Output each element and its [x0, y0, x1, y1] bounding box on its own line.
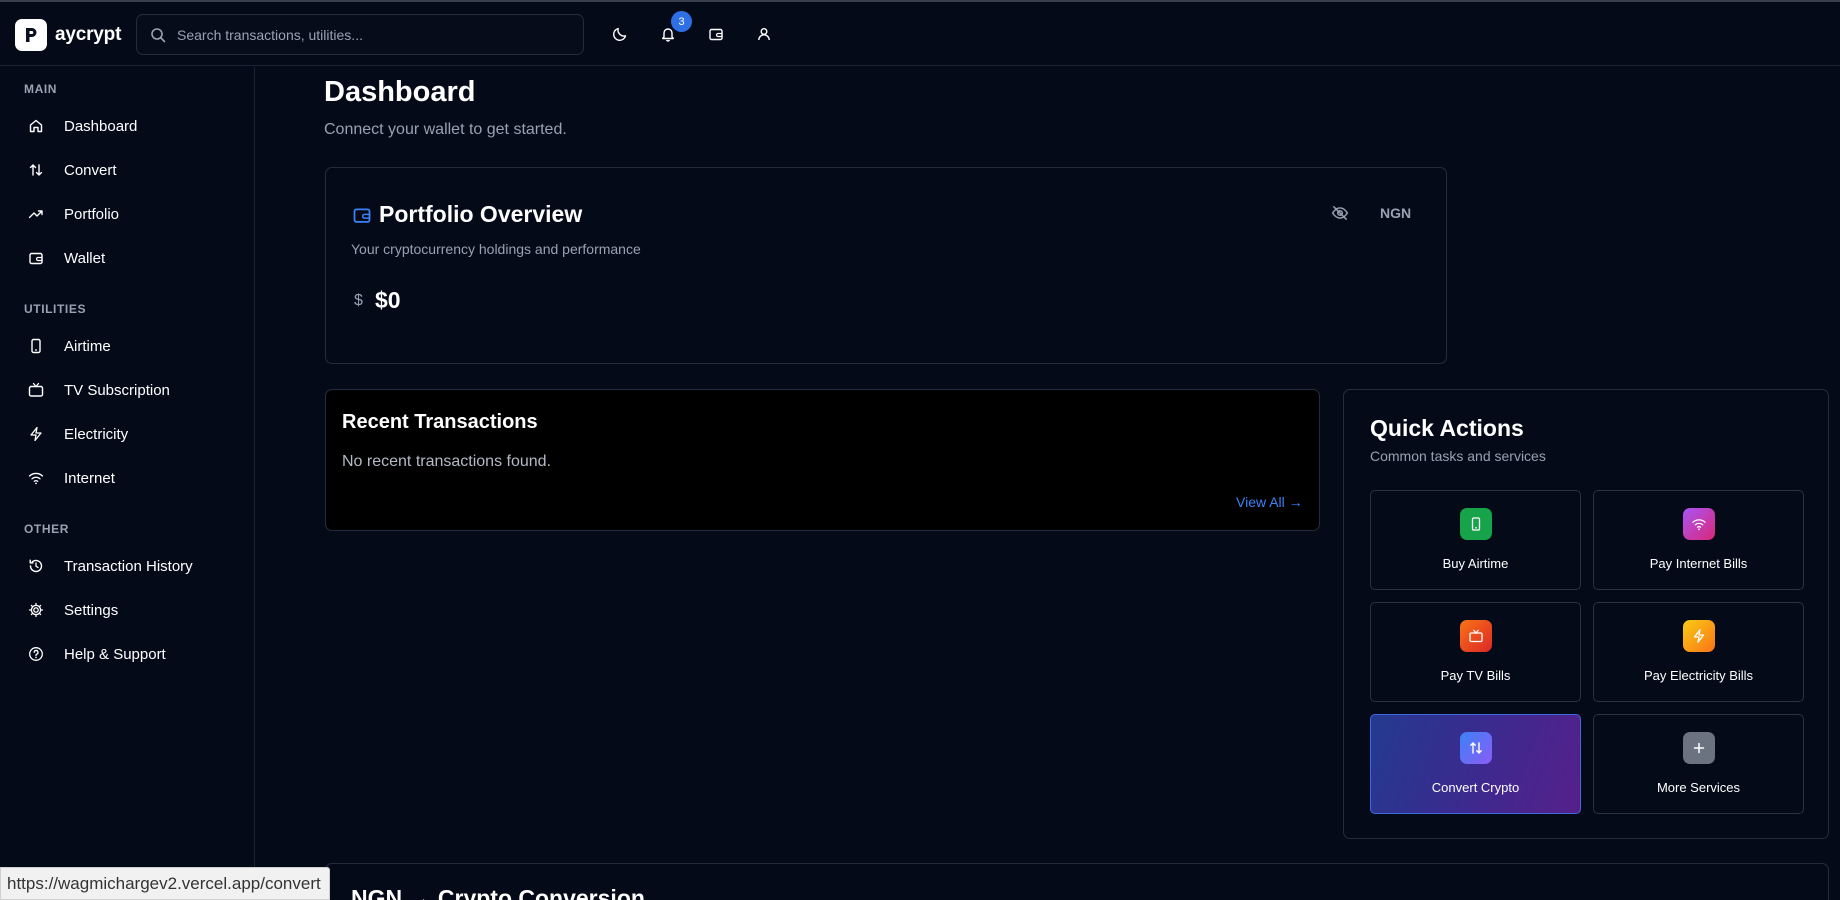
arrows-up-down-icon — [1460, 732, 1492, 764]
zap-icon — [1683, 620, 1715, 652]
view-all-link[interactable]: View All → — [1236, 494, 1303, 510]
app-name[interactable]: aycrypt — [55, 24, 121, 46]
wallet-button[interactable] — [704, 22, 728, 46]
sidebar-item-transaction-history[interactable]: Transaction History — [16, 548, 241, 584]
help-circle-icon — [28, 646, 44, 662]
page-title: Dashboard — [324, 76, 476, 108]
sidebar-item-help-support[interactable]: Help & Support — [16, 636, 241, 672]
logo-p-icon — [26, 28, 37, 42]
search-bar[interactable] — [136, 14, 584, 55]
profile-button[interactable] — [752, 22, 776, 46]
app-logo[interactable] — [15, 19, 47, 51]
sidebar-item-label: Help & Support — [64, 645, 166, 663]
plus-icon — [1683, 732, 1715, 764]
zap-icon — [28, 426, 44, 442]
conversion-card: NGN → Crypto Conversion — [325, 863, 1829, 900]
sidebar-section-other: OTHER — [24, 522, 69, 536]
sidebar-item-convert[interactable]: Convert — [16, 152, 241, 188]
recent-transactions-card: Recent Transactions No recent transactio… — [325, 389, 1320, 531]
tv-icon — [1460, 620, 1492, 652]
sidebar-item-electricity[interactable]: Electricity — [16, 416, 241, 452]
empty-state-text: No recent transactions found. — [342, 453, 552, 470]
sidebar-item-internet[interactable]: Internet — [16, 460, 241, 496]
arrows-up-down-icon — [28, 162, 44, 178]
sidebar: MAIN Dashboard Convert Portfolio Wallet … — [0, 67, 255, 900]
wifi-icon — [1683, 508, 1715, 540]
quick-actions-subtitle: Common tasks and services — [1370, 448, 1546, 464]
sidebar-item-label: Transaction History — [64, 557, 193, 575]
page-subtitle: Connect your wallet to get started. — [324, 121, 567, 138]
portfolio-title: Portfolio Overview — [379, 201, 583, 227]
recent-transactions-title: Recent Transactions — [342, 411, 538, 433]
sidebar-item-tv-subscription[interactable]: TV Subscription — [16, 372, 241, 408]
trending-up-icon — [28, 206, 44, 222]
wallet-icon — [352, 205, 372, 225]
search-icon — [150, 27, 166, 43]
portfolio-overview-card: Portfolio Overview Your cryptocurrency h… — [325, 167, 1447, 364]
sidebar-item-label: Convert — [64, 161, 117, 179]
quick-action-pay-electricity[interactable]: Pay Electricity Bills — [1593, 602, 1804, 702]
quick-actions-card: Quick Actions Common tasks and services … — [1343, 389, 1829, 839]
quick-action-label: Pay Electricity Bills — [1643, 668, 1754, 683]
sidebar-item-label: Settings — [64, 601, 119, 619]
quick-action-more-services[interactable]: More Services — [1593, 714, 1804, 814]
sidebar-item-dashboard[interactable]: Dashboard — [16, 108, 241, 144]
quick-actions-title: Quick Actions — [1370, 415, 1524, 441]
quick-action-pay-internet[interactable]: Pay Internet Bills — [1593, 490, 1804, 590]
quick-action-label: More Services — [1656, 780, 1741, 795]
quick-action-buy-airtime[interactable]: Buy Airtime — [1370, 490, 1581, 590]
sidebar-item-label: Wallet — [64, 249, 106, 267]
sidebar-item-label: Airtime — [64, 337, 111, 355]
wallet-icon — [28, 250, 44, 266]
quick-action-pay-tv[interactable]: Pay TV Bills — [1370, 602, 1581, 702]
portfolio-subtitle: Your cryptocurrency holdings and perform… — [351, 241, 641, 257]
sidebar-item-airtime[interactable]: Airtime — [16, 328, 241, 364]
moon-icon — [612, 26, 628, 42]
phone-icon — [28, 338, 44, 354]
sidebar-item-label: Dashboard — [64, 117, 138, 135]
portfolio-balance: $0 — [375, 287, 401, 313]
quick-action-convert-crypto[interactable]: Convert Crypto — [1370, 714, 1581, 814]
currency-toggle-button[interactable]: NGN — [1380, 205, 1411, 221]
search-input[interactable] — [177, 26, 567, 43]
sidebar-item-portfolio[interactable]: Portfolio — [16, 196, 241, 232]
sidebar-item-label: TV Subscription — [64, 381, 170, 399]
hide-balance-button[interactable] — [1331, 204, 1349, 222]
quick-action-label: Pay TV Bills — [1440, 668, 1511, 683]
wallet-icon — [708, 26, 724, 42]
tv-icon — [28, 382, 44, 398]
user-icon — [756, 26, 772, 42]
phone-icon — [1460, 508, 1492, 540]
eye-off-icon — [1331, 204, 1349, 222]
quick-action-label: Buy Airtime — [1442, 556, 1509, 571]
dollar-sign-icon: $ — [354, 292, 363, 309]
sidebar-section-utilities: UTILITIES — [24, 302, 87, 316]
sidebar-item-label: Internet — [64, 469, 115, 487]
wifi-icon — [28, 470, 44, 486]
sidebar-item-label: Portfolio — [64, 205, 120, 223]
history-icon — [28, 558, 44, 574]
sidebar-item-label: Electricity — [64, 425, 129, 443]
sidebar-section-main: MAIN — [24, 82, 58, 96]
gear-icon — [28, 602, 44, 618]
sidebar-item-wallet[interactable]: Wallet — [16, 240, 241, 276]
theme-toggle-button[interactable] — [608, 22, 632, 46]
sidebar-item-settings[interactable]: Settings — [16, 592, 241, 628]
quick-action-label: Pay Internet Bills — [1649, 556, 1748, 571]
notification-badge: 3 — [671, 11, 692, 32]
top-header: aycrypt 3 — [0, 2, 1840, 66]
status-bar-url: https://wagmichargev2.vercel.app/convert — [0, 867, 330, 900]
quick-action-label: Convert Crypto — [1431, 780, 1520, 795]
home-icon — [28, 118, 44, 134]
conversion-title: NGN → Crypto Conversion — [351, 885, 645, 900]
